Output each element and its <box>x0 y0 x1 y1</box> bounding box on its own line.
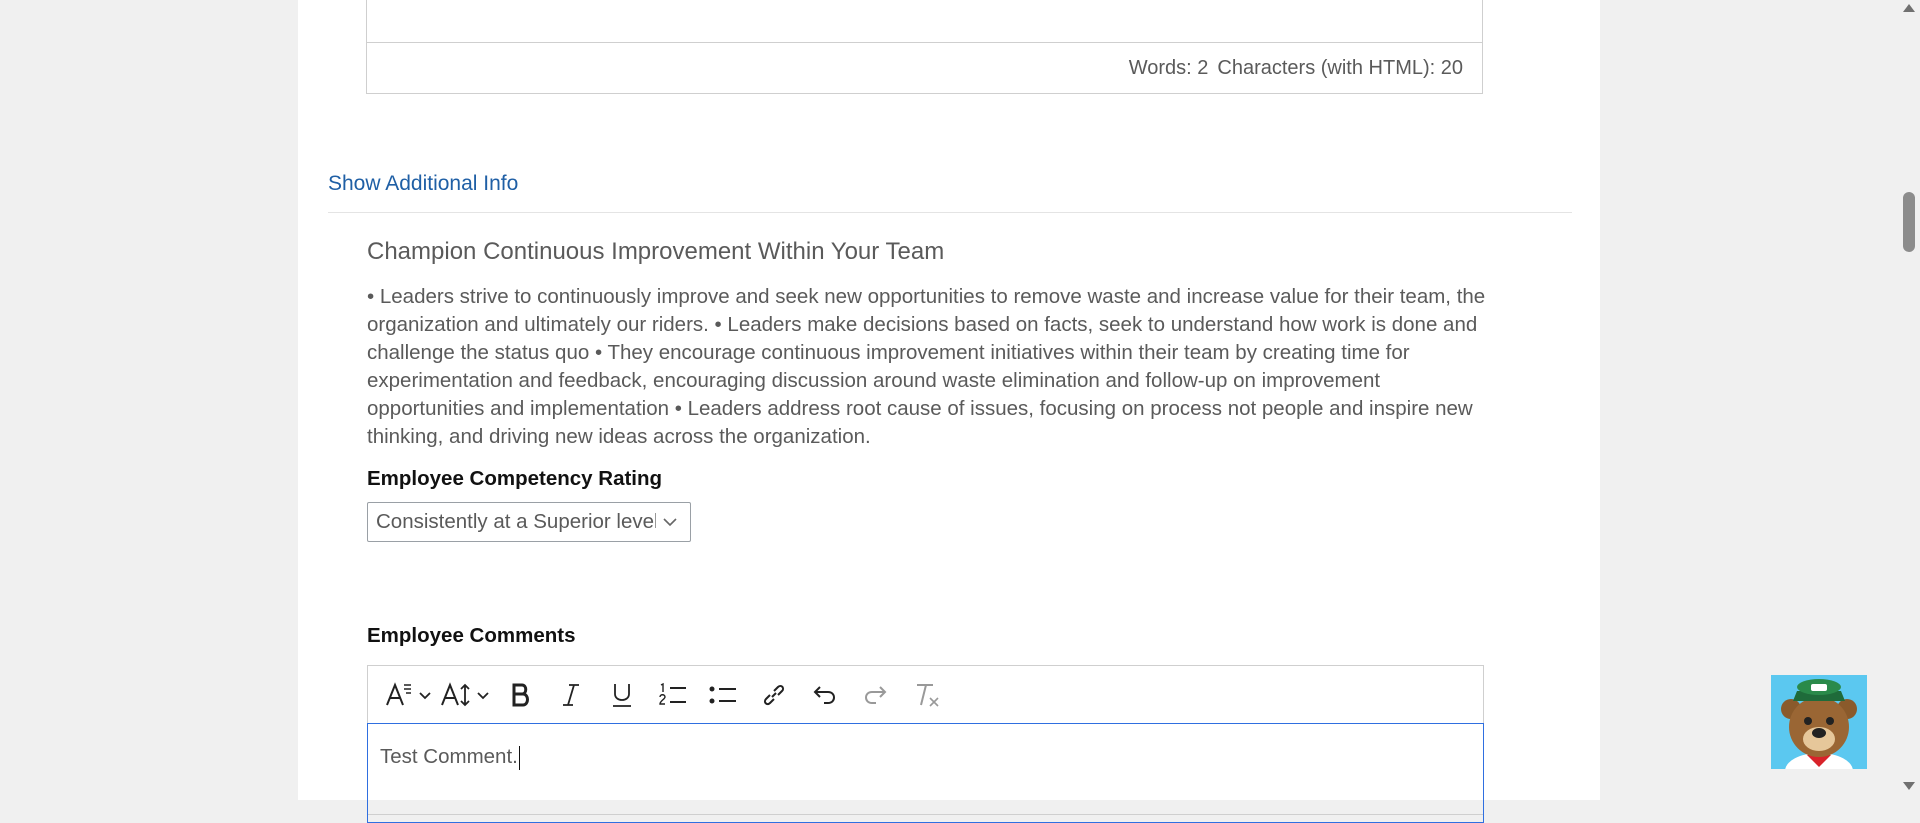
competency-rating-select[interactable]: Consistently at a Superior level <box>367 502 691 542</box>
scroll-down-arrow-icon[interactable] <box>1903 782 1915 790</box>
competency-description: • Leaders strive to continuously improve… <box>367 285 1486 448</box>
mascot-bear-avatar[interactable] <box>1771 675 1867 769</box>
link-icon[interactable] <box>748 675 800 715</box>
scrollbar-thumb[interactable] <box>1903 192 1915 252</box>
rating-label: Employee Competency Rating <box>367 467 663 490</box>
divider <box>328 212 1572 213</box>
bullet-list-icon[interactable] <box>698 675 748 715</box>
ordered-list-icon[interactable] <box>648 675 698 715</box>
comments-editor: Test Comment. <box>367 665 1484 823</box>
font-style-icon[interactable] <box>380 675 438 715</box>
scroll-up-arrow-icon[interactable] <box>1903 4 1915 12</box>
comments-content-area[interactable]: Test Comment. <box>367 723 1484 823</box>
underline-icon[interactable] <box>596 675 648 715</box>
text-caret <box>518 745 520 770</box>
main-page: Words: 2 Characters (with HTML): 20 Show… <box>298 0 1600 823</box>
word-count: Words: 2 <box>1128 57 1209 79</box>
italic-icon[interactable] <box>546 675 596 715</box>
clear-format-icon[interactable] <box>900 675 954 715</box>
competency-title: Champion Continuous Improvement Within Y… <box>367 238 945 265</box>
undo-icon[interactable] <box>800 675 850 715</box>
comments-text: Test Comment. <box>380 745 518 768</box>
previous-editor-area[interactable] <box>367 0 1482 43</box>
previous-comment-editor: Words: 2 Characters (with HTML): 20 <box>366 0 1483 94</box>
comments-label: Employee Comments <box>367 624 576 647</box>
bold-icon[interactable] <box>496 675 546 715</box>
editor-status-bar: Words: 2 Characters (with HTML): 20 <box>367 43 1482 94</box>
rating-selected-value: Consistently at a Superior level <box>376 510 656 533</box>
page-scrollbar[interactable] <box>1898 0 1920 800</box>
chevron-down-icon <box>656 517 684 527</box>
character-count: Characters (with HTML): 20 <box>1217 57 1463 79</box>
show-additional-info-link[interactable]: Show Additional Info <box>328 172 518 196</box>
redo-icon[interactable] <box>850 675 900 715</box>
editor-toolbar <box>368 666 1483 724</box>
font-size-icon[interactable] <box>438 675 496 715</box>
